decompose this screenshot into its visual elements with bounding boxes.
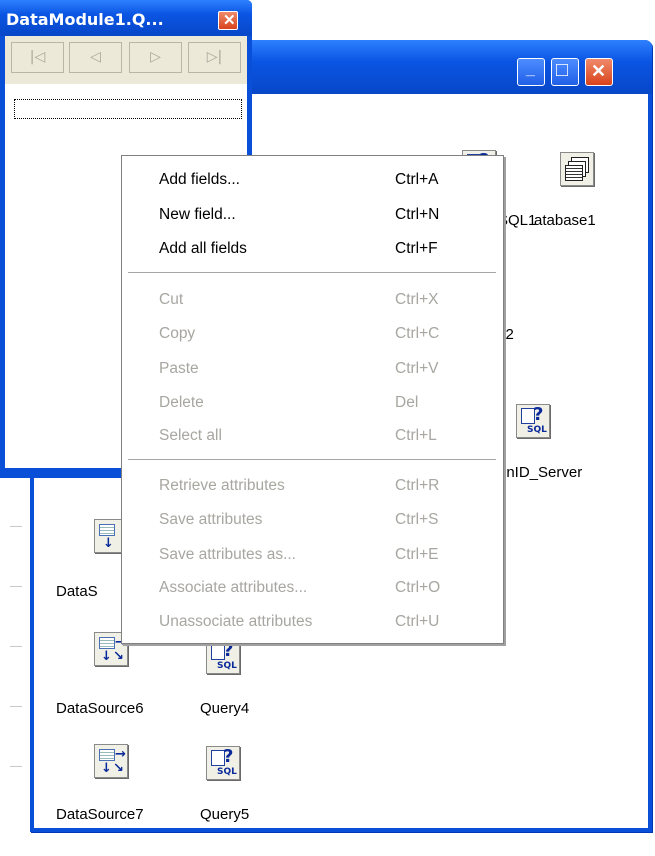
menu-item-cut[interactable]: Cut Ctrl+X	[159, 282, 439, 317]
menu-item-shortcut: Ctrl+O	[395, 579, 441, 596]
component-label: DataSource7	[56, 806, 144, 823]
menu-item-add-fields[interactable]: Add fields... Ctrl+A	[159, 162, 439, 197]
menu-item-label: Save attributes as...	[159, 546, 296, 563]
last-icon: ▷|	[206, 49, 223, 65]
menu-separator	[128, 272, 496, 274]
minimize-button[interactable]: _	[517, 58, 545, 86]
navigator-toolbar: |◁ ◁ ▷ ▷|	[5, 36, 247, 84]
edge-tick	[10, 586, 22, 587]
next-icon: ▷	[150, 49, 161, 65]
menu-item-save-attributes[interactable]: Save attributes Ctrl+S	[159, 502, 439, 537]
menu-item-shortcut: Ctrl+U	[395, 613, 440, 630]
menu-item-label: Paste	[159, 360, 199, 377]
menu-item-label: Cut	[159, 291, 184, 308]
menu-separator	[128, 459, 496, 461]
edge-tick	[10, 766, 22, 767]
component-label: DataSource6	[56, 700, 144, 717]
fields-editor-close-button[interactable]: ✕	[218, 11, 238, 30]
minimize-icon: _	[526, 61, 535, 78]
menu-item-shortcut: Ctrl+A	[395, 171, 439, 188]
menu-item-delete[interactable]: Delete Del	[159, 385, 418, 420]
edge-tick	[10, 526, 22, 527]
component-label: Query5	[200, 806, 250, 823]
menu-item-label: Retrieve attributes	[159, 477, 285, 494]
menu-item-label: Save attributes	[159, 511, 263, 528]
menu-item-new-field[interactable]: New field... Ctrl+N	[159, 197, 439, 232]
menu-item-shortcut: Ctrl+R	[395, 477, 440, 494]
close-button[interactable]: ✕	[585, 58, 613, 86]
query-icon: ?SQL	[206, 746, 240, 780]
first-record-button[interactable]: |◁	[11, 42, 64, 73]
first-icon: |◁	[29, 49, 46, 65]
menu-item-label: Add fields...	[159, 171, 240, 188]
focused-list-row[interactable]	[14, 99, 242, 119]
query-icon: ?SQL	[206, 640, 240, 674]
menu-item-retrieve-attributes[interactable]: Retrieve attributes Ctrl+R	[159, 468, 439, 503]
menu-item-shortcut: Ctrl+E	[395, 546, 439, 563]
menu-item-associate-attributes[interactable]: Associate attributes... Ctrl+O	[159, 570, 440, 605]
menu-item-shortcut: Ctrl+S	[395, 511, 439, 528]
edge-tick	[10, 706, 22, 707]
context-menu: Add fields... Ctrl+A New field... Ctrl+N…	[121, 155, 504, 644]
prior-record-button[interactable]: ◁	[69, 42, 122, 73]
component-label: atabase1	[534, 212, 596, 229]
datasource-icon: →↓↘	[94, 744, 128, 778]
window-title: DataModule1.Q...	[6, 10, 164, 29]
menu-item-unassociate-attributes[interactable]: Unassociate attributes Ctrl+U	[159, 604, 439, 639]
menu-item-shortcut: Ctrl+L	[395, 427, 437, 444]
maximize-button[interactable]: □	[551, 58, 579, 86]
component-label: enID_Server	[498, 464, 583, 481]
menu-item-save-attributes-as[interactable]: Save attributes as... Ctrl+E	[159, 537, 439, 572]
menu-item-copy[interactable]: Copy Ctrl+C	[159, 316, 439, 351]
maximize-icon: □	[556, 59, 569, 81]
background-edge	[0, 478, 22, 856]
menu-item-label: Delete	[159, 394, 204, 411]
close-icon: ✕	[591, 61, 607, 81]
query-icon: ?SQL	[516, 404, 550, 438]
menu-item-shortcut: Ctrl+V	[395, 360, 439, 377]
last-record-button[interactable]: ▷|	[188, 42, 241, 73]
edge-tick	[10, 646, 22, 647]
menu-item-shortcut: Ctrl+X	[395, 291, 439, 308]
component-label: Query4	[200, 700, 250, 717]
close-icon: ✕	[223, 12, 236, 29]
menu-item-label: New field...	[159, 206, 236, 223]
menu-item-shortcut: Del	[395, 394, 419, 411]
menu-item-shortcut: Ctrl+C	[395, 325, 440, 342]
menu-item-paste[interactable]: Paste Ctrl+V	[159, 351, 439, 386]
component-label: DataS	[56, 583, 98, 600]
menu-item-label: Unassociate attributes	[159, 613, 313, 630]
database-icon	[560, 152, 594, 186]
menu-item-label: Select all	[159, 427, 222, 444]
menu-item-label: Copy	[159, 325, 196, 342]
fields-editor-titlebar[interactable]: DataModule1.Q... ✕	[0, 0, 252, 36]
menu-item-label: Add all fields	[159, 240, 247, 257]
menu-item-select-all[interactable]: Select all Ctrl+L	[159, 418, 437, 453]
menu-item-add-all-fields[interactable]: Add all fields Ctrl+F	[159, 231, 438, 266]
next-record-button[interactable]: ▷	[129, 42, 182, 73]
menu-item-label: Associate attributes...	[159, 579, 308, 596]
menu-item-shortcut: Ctrl+N	[395, 206, 440, 223]
menu-item-shortcut: Ctrl+F	[395, 240, 438, 257]
prior-icon: ◁	[90, 49, 101, 65]
